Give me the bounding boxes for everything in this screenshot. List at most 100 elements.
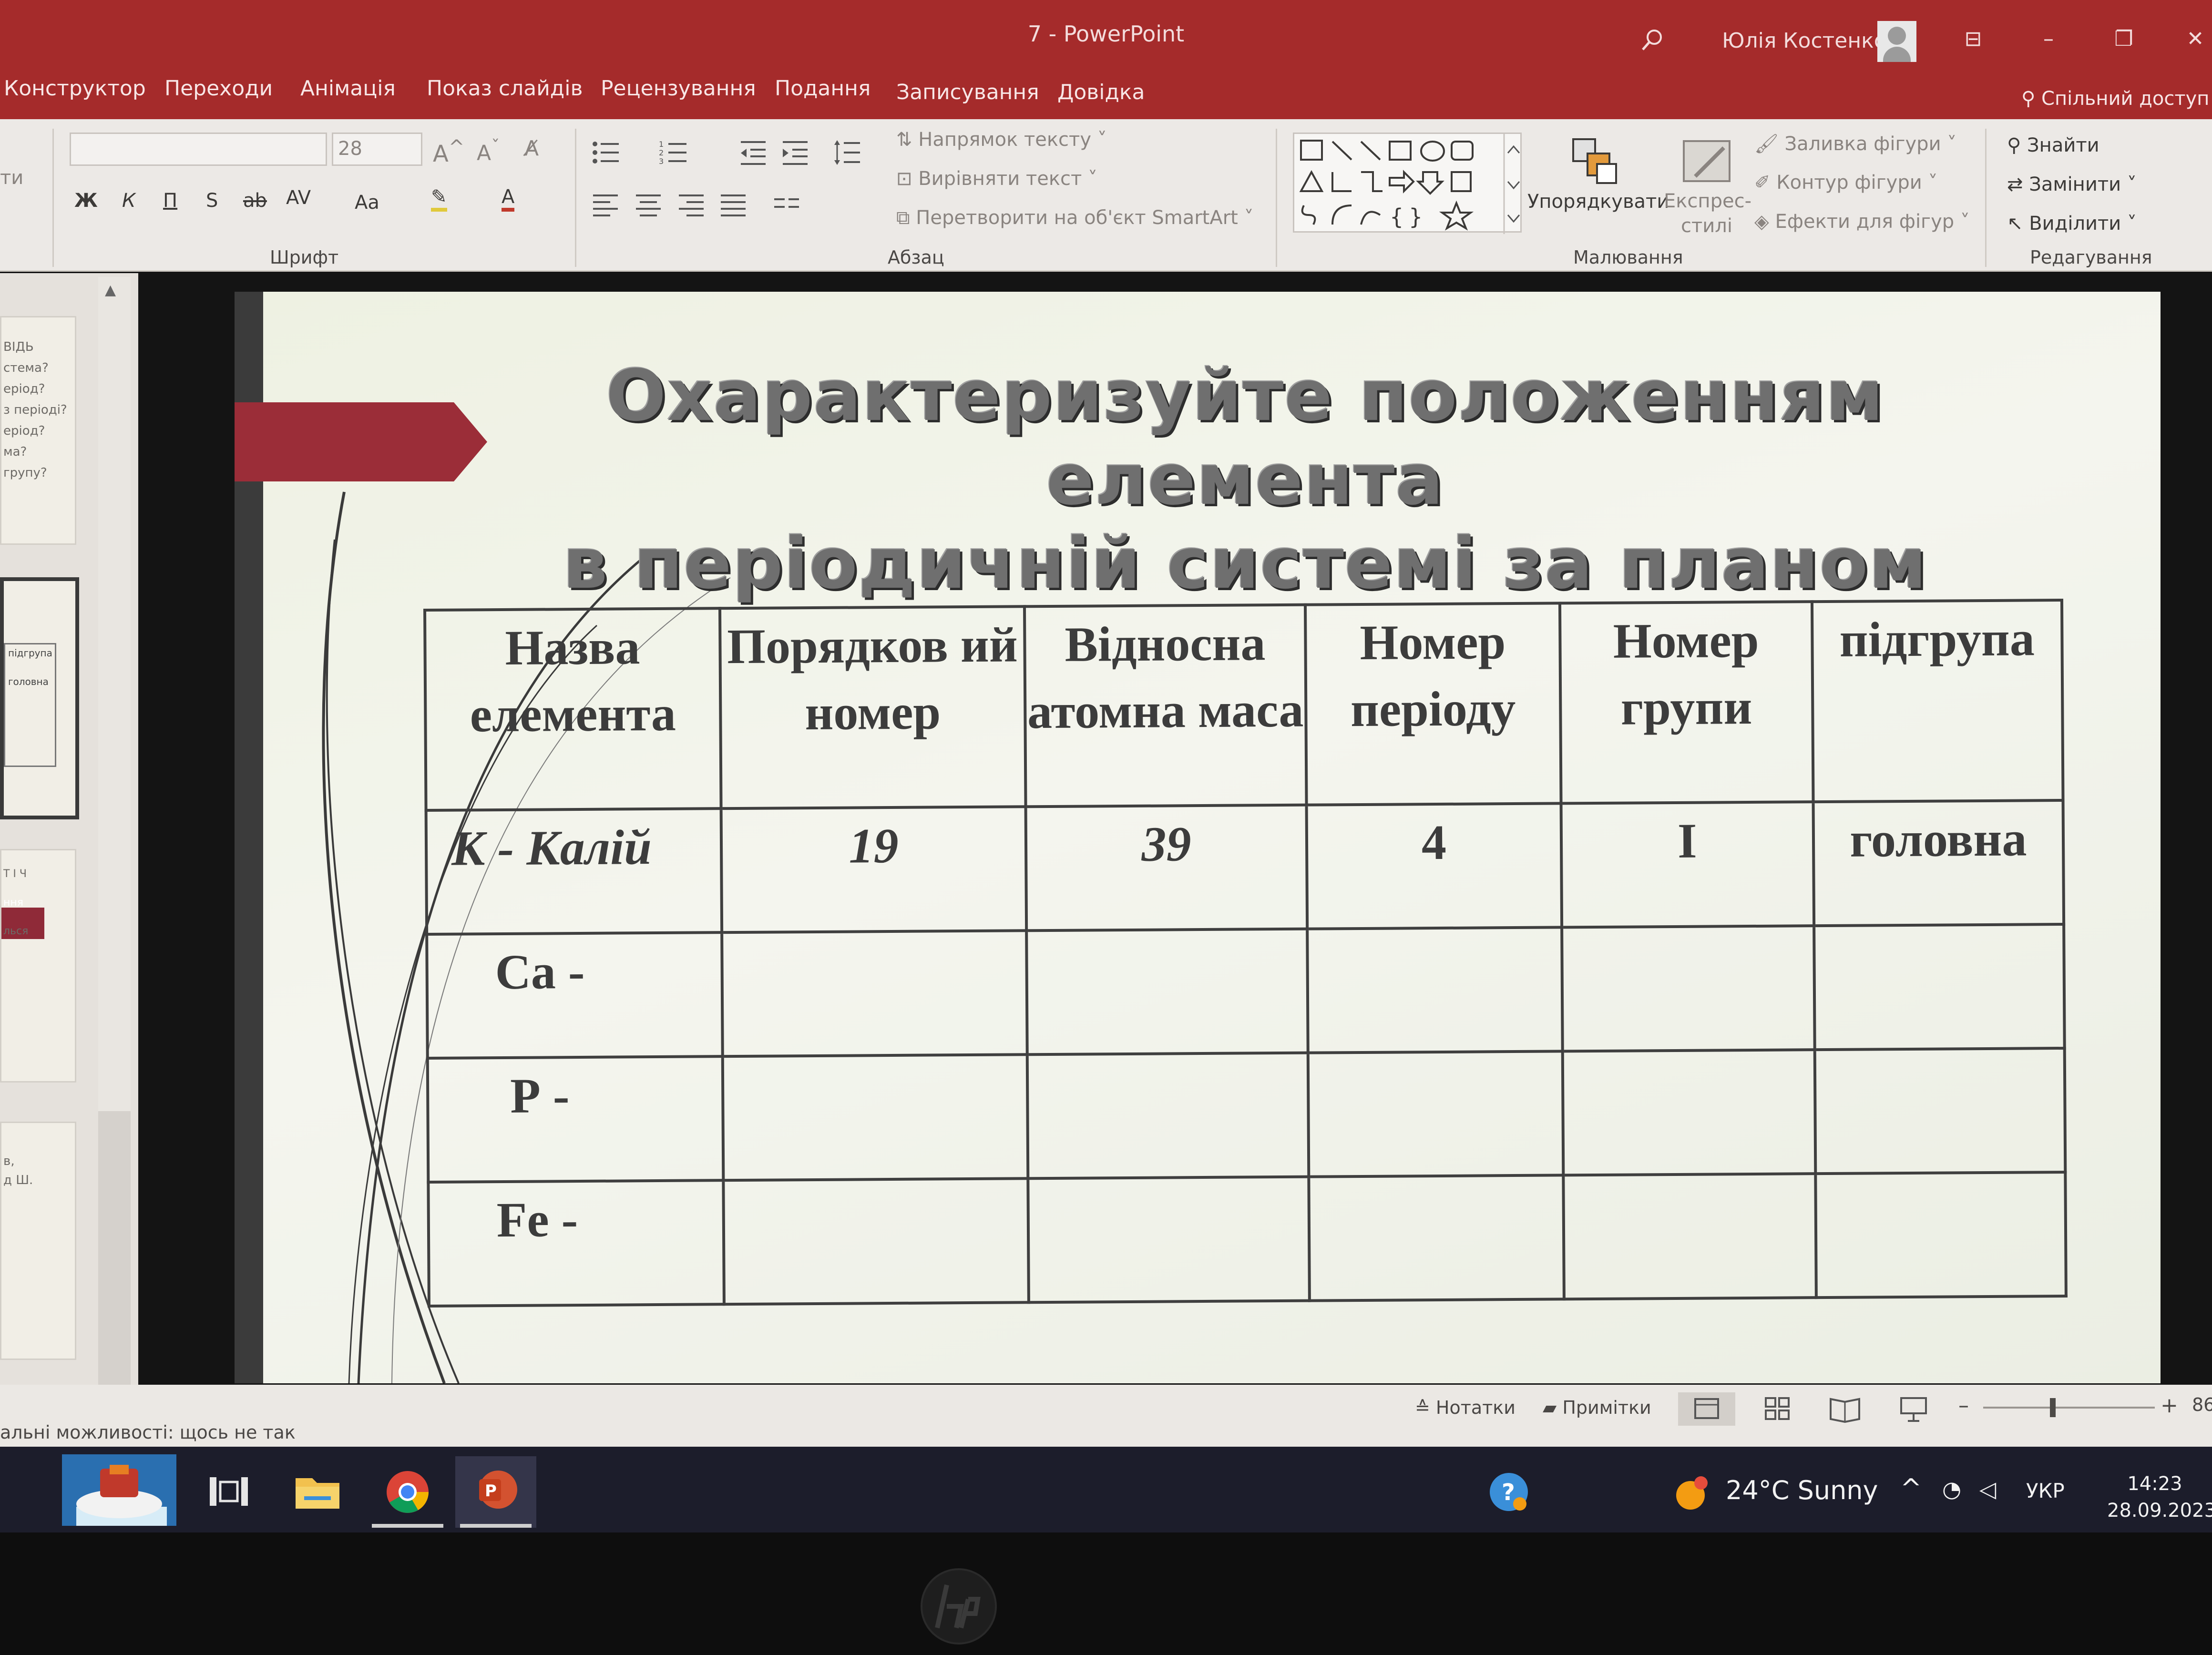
table-cell[interactable] bbox=[1562, 926, 1815, 1052]
table-cell[interactable]: Са - bbox=[427, 932, 723, 1058]
table-cell[interactable]: К - Калій bbox=[426, 808, 722, 934]
zoom-in-button[interactable]: + bbox=[2161, 1393, 2178, 1418]
bold-button[interactable]: Ж bbox=[74, 190, 98, 212]
slide-thumbnail[interactable]: Т І Ч ння лься bbox=[0, 849, 76, 1083]
align-left-icon[interactable] bbox=[591, 191, 620, 219]
table-cell[interactable]: головна bbox=[1813, 800, 2064, 926]
minimize-button[interactable]: – bbox=[2032, 25, 2065, 53]
slide-sorter-icon[interactable] bbox=[1749, 1392, 1806, 1426]
replace-button[interactable]: ⇄ Замінити ˅ bbox=[2007, 174, 2137, 195]
grow-font-button[interactable]: A^ bbox=[433, 136, 464, 167]
cut-label[interactable]: ти bbox=[0, 167, 23, 189]
table-cell[interactable] bbox=[722, 1054, 1028, 1181]
zoom-out-button[interactable]: – bbox=[1958, 1393, 1969, 1418]
file-explorer-icon[interactable] bbox=[276, 1456, 358, 1528]
reading-view-icon[interactable] bbox=[1816, 1392, 1874, 1426]
italic-button[interactable]: К bbox=[122, 190, 135, 212]
table-cell[interactable]: Р - bbox=[427, 1056, 724, 1182]
arrange-icon[interactable] bbox=[1568, 134, 1621, 187]
tab-view[interactable]: Подання bbox=[775, 76, 870, 101]
find-button[interactable]: ⚲ Знайти bbox=[2007, 134, 2099, 156]
slide-canvas[interactable]: Охарактеризуйте положенням елемента в пе… bbox=[235, 292, 2161, 1383]
select-button[interactable]: ↖ Виділити ˅ bbox=[2007, 213, 2137, 235]
clear-format-icon[interactable]: A̸ bbox=[524, 136, 539, 161]
quick-styles-button[interactable]: Експрес-стилі bbox=[1664, 189, 1751, 238]
clock[interactable]: 14:23 28.09.2023 bbox=[2107, 1471, 2212, 1524]
chrome-taskbar-button[interactable] bbox=[367, 1456, 448, 1528]
table-cell[interactable] bbox=[1813, 924, 2065, 1050]
justify-icon[interactable] bbox=[719, 191, 748, 219]
arrange-button[interactable]: Упорядкувати bbox=[1527, 191, 1669, 213]
strikethrough-button[interactable]: ab bbox=[243, 190, 267, 212]
element-table[interactable]: Назва елемента Порядков ий номер Відносн… bbox=[423, 599, 2068, 1308]
convert-smartart-button[interactable]: ⧉ Перетворити на об'єкт SmartArt ˅ bbox=[896, 207, 1254, 229]
table-cell[interactable]: 39 bbox=[1025, 805, 1308, 931]
volume-icon[interactable]: ◁ bbox=[1979, 1476, 1996, 1502]
help-icon[interactable]: ? bbox=[1487, 1471, 1530, 1513]
slide-thumbnail[interactable]: в, д Ш. bbox=[0, 1122, 76, 1360]
table-cell[interactable] bbox=[1563, 1174, 1816, 1299]
text-direction-button[interactable]: ⇅ Напрямок тексту ˅ bbox=[896, 129, 1107, 151]
font-family-combo[interactable] bbox=[70, 133, 327, 166]
column-header[interactable]: підгрупа bbox=[1812, 600, 2063, 802]
table-cell[interactable]: І bbox=[1561, 802, 1814, 928]
align-text-button[interactable]: ⊡ Вирівняти текст ˅ bbox=[896, 168, 1097, 190]
language-indicator[interactable]: УКР bbox=[2026, 1479, 2065, 1502]
weather-text[interactable]: 24°C Sunny bbox=[1726, 1475, 1878, 1505]
tab-transitions[interactable]: Переходи bbox=[164, 76, 273, 101]
slideshow-view-icon[interactable] bbox=[1885, 1392, 1942, 1426]
zoom-slider-thumb[interactable] bbox=[2050, 1398, 2056, 1417]
table-cell[interactable] bbox=[1028, 1176, 1310, 1303]
table-cell[interactable] bbox=[1562, 1050, 1815, 1175]
close-button[interactable]: ✕ bbox=[2179, 25, 2212, 53]
tab-review[interactable]: Рецензування bbox=[601, 76, 756, 101]
line-spacing-icon[interactable] bbox=[832, 138, 861, 167]
column-header[interactable]: Назва елемента bbox=[425, 608, 721, 810]
table-cell[interactable]: 19 bbox=[721, 807, 1027, 933]
column-header[interactable]: Номер групи bbox=[1559, 602, 1813, 804]
change-case-button[interactable]: Аа bbox=[355, 192, 379, 214]
table-cell[interactable] bbox=[1026, 929, 1308, 1055]
wifi-icon[interactable]: ◔ bbox=[1942, 1476, 1961, 1502]
shapes-gallery[interactable]: {} bbox=[1293, 133, 1522, 234]
table-cell[interactable]: 4 bbox=[1306, 803, 1562, 929]
shadow-button[interactable]: S bbox=[206, 190, 218, 212]
font-size-combo[interactable]: 28 bbox=[332, 133, 422, 166]
character-spacing-button[interactable]: AV bbox=[286, 187, 311, 209]
tab-animations[interactable]: Анімація bbox=[300, 76, 396, 101]
highlight-color-icon[interactable]: ✎ bbox=[431, 186, 447, 212]
increase-indent-icon[interactable] bbox=[781, 138, 809, 167]
tab-slide-show[interactable]: Показ слайдів bbox=[427, 76, 583, 101]
slide-thumbnail-selected[interactable]: підгрупа головна bbox=[0, 577, 79, 819]
bullets-icon[interactable] bbox=[591, 138, 620, 167]
tab-recording[interactable]: Записування bbox=[896, 80, 1039, 104]
zoom-level[interactable]: 86 bbox=[2192, 1394, 2212, 1415]
shrink-font-button[interactable]: Aˇ bbox=[477, 136, 500, 165]
chevron-up-icon[interactable]: ^ bbox=[1900, 1473, 1922, 1503]
table-cell[interactable] bbox=[1307, 927, 1563, 1053]
task-view-icon[interactable] bbox=[186, 1456, 267, 1528]
quick-styles-icon[interactable] bbox=[1681, 138, 1733, 186]
font-color-button[interactable]: A bbox=[502, 186, 515, 212]
table-cell[interactable] bbox=[1027, 1052, 1309, 1179]
slide-title[interactable]: Охарактеризуйте положенням елемента в пе… bbox=[435, 354, 2056, 605]
accessibility-status[interactable]: альні можливості: щось не так bbox=[0, 1422, 296, 1443]
decrease-indent-icon[interactable] bbox=[739, 138, 768, 167]
thumbnails-scrollbar[interactable]: ▲ ▼ bbox=[98, 277, 131, 1411]
column-header[interactable]: Відносна атомна маса bbox=[1024, 604, 1307, 807]
column-header[interactable]: Порядков ий номер bbox=[719, 606, 1026, 809]
table-cell[interactable]: Fe - bbox=[428, 1180, 724, 1306]
table-cell[interactable] bbox=[1309, 1175, 1564, 1301]
column-header[interactable]: Номер періоду bbox=[1305, 603, 1561, 805]
avatar[interactable] bbox=[1877, 21, 1916, 62]
table-cell[interactable] bbox=[1308, 1051, 1564, 1177]
underline-button[interactable]: П bbox=[163, 190, 177, 212]
table-cell[interactable] bbox=[1814, 1048, 2066, 1174]
powerpoint-taskbar-button[interactable]: P bbox=[455, 1456, 536, 1528]
normal-view-icon[interactable] bbox=[1678, 1392, 1735, 1426]
tab-help[interactable]: Довідка bbox=[1057, 80, 1145, 104]
scroll-up-icon[interactable]: ▲ bbox=[105, 282, 116, 298]
shape-fill-button[interactable]: 🖌 Заливка фігури ˅ bbox=[1754, 133, 1956, 155]
table-cell[interactable] bbox=[723, 1178, 1029, 1305]
align-center-icon[interactable] bbox=[634, 191, 663, 219]
